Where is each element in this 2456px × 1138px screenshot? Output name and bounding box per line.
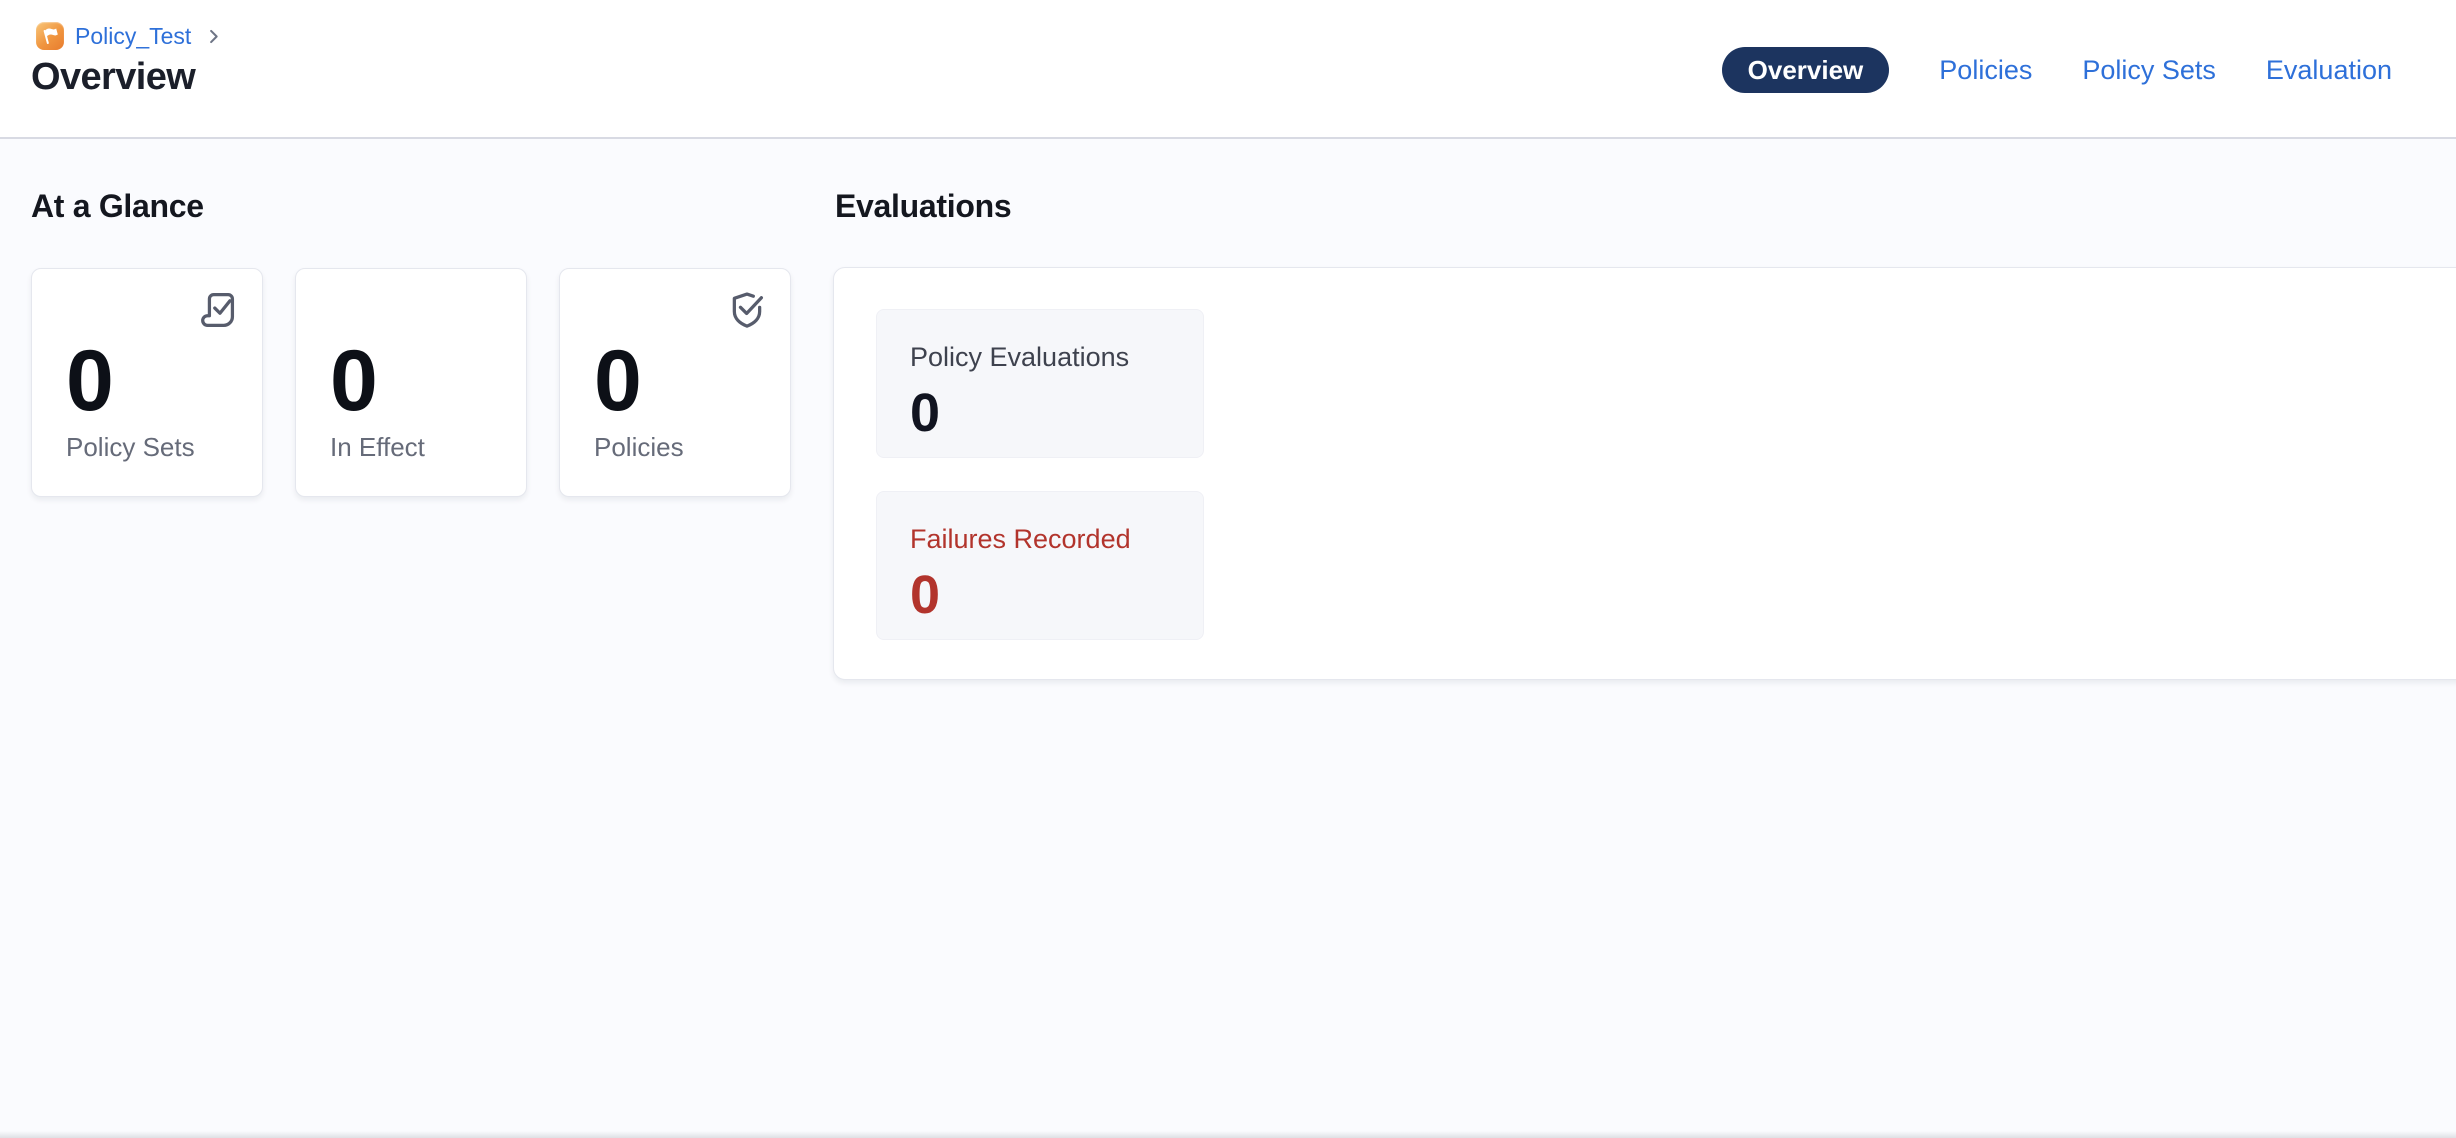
tab-policies[interactable]: Policies <box>1939 55 2032 86</box>
top-nav: Overview Policies Policy Sets Evaluation <box>1722 47 2392 93</box>
page-header: Policy_Test Overview Overview Policies P… <box>0 0 2456 139</box>
policy-evaluations-stat: Policy Evaluations 0 <box>876 309 1204 458</box>
tab-policy-sets[interactable]: Policy Sets <box>2082 55 2216 86</box>
stat-value: 0 <box>330 338 378 424</box>
tab-overview[interactable]: Overview <box>1722 47 1890 93</box>
chevron-right-icon <box>204 27 223 46</box>
stat-value: 0 <box>66 338 114 424</box>
stat-card-in-effect: 0 In Effect <box>295 268 527 497</box>
stat-value: 0 <box>594 338 642 424</box>
stat-label: In Effect <box>330 432 425 463</box>
stat-label: Policy Sets <box>66 432 195 463</box>
breadcrumb: Policy_Test <box>36 22 223 50</box>
failures-recorded-stat: Failures Recorded 0 <box>876 491 1204 640</box>
page-title: Overview <box>31 56 195 99</box>
evaluations-heading: Evaluations <box>835 188 1011 225</box>
stat-card-policies: 0 Policies <box>559 268 791 497</box>
policy-app-icon <box>36 22 64 50</box>
stat-card-policy-sets: 0 Policy Sets <box>31 268 263 497</box>
breadcrumb-project-link[interactable]: Policy_Test <box>75 23 191 50</box>
stat-label: Policies <box>594 432 684 463</box>
scroll-check-icon <box>196 287 242 333</box>
at-a-glance-cards: 0 Policy Sets 0 In Effect 0 Policies <box>31 268 791 497</box>
shield-check-icon <box>724 287 770 333</box>
at-a-glance-heading: At a Glance <box>31 188 204 225</box>
policy-evaluations-value: 0 <box>910 386 1203 440</box>
tab-evaluation[interactable]: Evaluation <box>2266 55 2392 86</box>
evaluations-card: Policy Evaluations 0 Failures Recorded 0 <box>833 267 2456 680</box>
policy-evaluations-label: Policy Evaluations <box>910 341 1203 374</box>
failures-recorded-value: 0 <box>910 568 1203 622</box>
failures-recorded-label: Failures Recorded <box>910 523 1203 556</box>
